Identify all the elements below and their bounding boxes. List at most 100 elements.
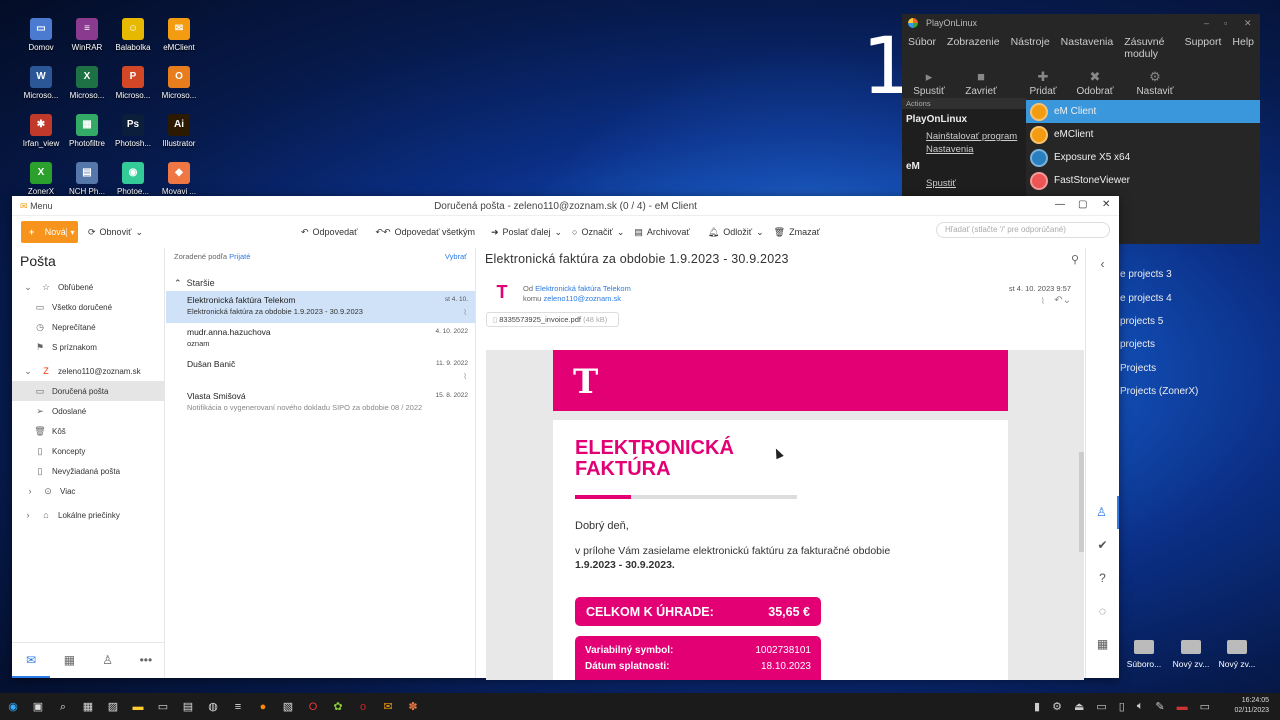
desktop-drive-icon[interactable]: Súboro... [1122,640,1166,669]
desktop-icon[interactable]: ▭ Domov [18,14,64,52]
search-icon[interactable]: ⌕ [51,698,75,716]
pol-titlebar[interactable]: PlayOnLinux – ▫ ✕ [902,14,1260,32]
upload-icon[interactable]: ⏏ [1074,700,1084,713]
more-icon[interactable]: ••• [127,643,165,678]
battery-icon[interactable]: ▮ [1034,700,1040,713]
minimize-icon[interactable]: – [1204,14,1209,32]
sidebar-item-more[interactable]: › ⊙ Viac [12,481,164,501]
desktop-icon[interactable]: P Microso... [110,62,156,100]
chat-icon[interactable]: ◌ [1086,595,1119,628]
search-input[interactable]: Hľadať (stlačte '/' pre odporúčané) [936,222,1110,238]
sidebar-item-all-inbox[interactable]: ▭ Všetko doručené [12,297,164,317]
reply-menu-icon[interactable]: ↶⌄ [1054,295,1071,306]
contact-icon[interactable]: ♙ [1086,496,1119,529]
account-group[interactable]: ⌄ Zzeleno110@zoznam.sk [12,361,164,381]
pol-menu-item[interactable]: Zásuvné moduly [1124,36,1173,60]
maximize-icon[interactable]: ▢ [1078,199,1087,210]
settings-icon[interactable]: ⚙ [1052,700,1062,713]
recipient-link[interactable]: zeleno110@zoznam.sk [543,294,621,303]
favorites-group[interactable]: ⌄ ☆ Obľúbené [12,277,164,297]
winrar-icon[interactable]: ≡ [226,698,250,716]
sidebar-item-junk[interactable]: ▯ Nevyžiadaná pošta [12,461,164,481]
monitor-icon[interactable]: ▯ [1119,700,1125,713]
restore-icon[interactable]: ▫ [1224,14,1227,32]
archive-button[interactable]: ▤ Archivovať [634,227,689,238]
scrollbar[interactable] [1079,452,1084,552]
desktop-folder-label[interactable]: Projects [1120,363,1156,374]
desktop-folder-label[interactable]: Projects (ZonerX) [1120,386,1198,397]
mail-icon[interactable]: ✉ [12,643,51,678]
group-header[interactable]: ⌃ Staršie [166,268,475,291]
delete-button[interactable]: 🗑︎ Zmazať [774,227,820,238]
close-icon[interactable]: ✕ [1244,14,1252,32]
pol-menu-item[interactable]: Nástroje [1011,36,1050,60]
calendar-icon[interactable]: ▦ [50,643,88,678]
desktop-icon[interactable]: X Microso... [64,62,110,100]
app-icon[interactable]: ✿ [326,698,350,716]
snooze-button[interactable]: 🔔︎ Odložiť ⌄ [708,227,764,238]
desktop-folder-label[interactable]: projects 5 [1120,316,1163,327]
contacts-icon[interactable]: ♙ [89,643,127,678]
sidebar-item-sent[interactable]: ➢ Odoslané [12,401,164,421]
language-flag-icon[interactable]: ▬ [1177,701,1188,713]
desktop-icon[interactable]: O Microso... [156,62,202,100]
desktop-icon[interactable]: ✱ Irfan_view [18,110,64,148]
pol-app-item[interactable]: Exposure X5 x64 [1026,146,1260,169]
sidebar-item-flagged[interactable]: ⚑ S príznakom [12,337,164,357]
desktop-icon[interactable]: ◆ Movavi ... [156,158,202,196]
pol-run-link[interactable]: Spustiť [902,177,1026,190]
desktop-icon[interactable]: ✉ eMClient [156,14,202,52]
pol-menu-item[interactable]: Nastavenia [1061,36,1114,60]
pol-app-item[interactable]: eM Client [1026,100,1260,123]
pol-menu-item[interactable]: Support [1185,36,1222,60]
start-icon[interactable]: ◉ [1,698,25,716]
sender-link[interactable]: Elektronická faktúra Telekom [535,284,631,293]
app-icon[interactable]: ▦ [76,698,100,716]
pol-menu-item[interactable]: Súbor [908,36,936,60]
forward-button[interactable]: ➜ Poslať ďalej ⌄ [491,227,562,238]
pol-menu-item[interactable]: Help [1232,36,1254,60]
emclient-icon[interactable]: ✉ [376,698,400,716]
list-item[interactable]: Vlasta Smišová Notifikácia o vygenerovaní… [166,387,475,419]
bluetooth-icon[interactable]: ✎ [1155,700,1164,713]
opera-icon[interactable]: o [351,698,375,716]
refresh-button[interactable]: ⟳ Obnoviť ⌄ [88,227,143,238]
folder-icon[interactable]: ▬ [126,698,150,716]
chevron-down-icon[interactable]: ⌄ [617,227,625,238]
desktop-icon[interactable]: Ps Photosh... [110,110,156,148]
minimize-icon[interactable]: — [1055,199,1065,210]
app-icon[interactable]: ▨ [101,698,125,716]
app-icon[interactable]: ▧ [276,698,300,716]
desktop-icon[interactable]: Ai Illustrator [156,110,202,148]
sidebar-item-inbox[interactable]: ▭ Doručená pošta [12,381,164,401]
notification-icon[interactable]: ▭ [1200,700,1210,713]
app-icon[interactable]: ▣ [26,698,50,716]
select-link[interactable]: Vybrať [445,252,467,264]
desktop-folder-label[interactable]: e projects 4 [1120,293,1172,304]
desktop-icon[interactable]: ▦ Photofiltre [64,110,110,148]
chevron-down-icon[interactable]: ⌄ [554,227,562,238]
app-icon[interactable]: ▤ [176,698,200,716]
new-button[interactable]: + Nová ▾ [21,221,78,243]
desktop-icon[interactable]: ≡ WinRAR [64,14,110,52]
pol-settings-link[interactable]: Nastavenia [902,143,1026,156]
desktop-folder-label[interactable]: e projects 3 [1120,269,1172,280]
sidebar-item-unread[interactable]: ◷ Neprečítané [12,317,164,337]
list-item[interactable]: Elektronická faktúra Telekom Elektronická… [166,291,475,323]
collapse-icon[interactable]: ‹ [1086,248,1119,281]
sidebar-item-trash[interactable]: 🗑︎ Kôš [12,421,164,441]
list-item[interactable]: Dušan Banič 11. 9. 2022 ⌇ [166,355,475,387]
local-folders-group[interactable]: › ⌂ Lokálne priečinky [12,505,164,525]
mark-button[interactable]: ○ Označiť ⌄ [572,227,624,238]
firefox-icon[interactable]: ● [251,698,275,716]
desktop-icon[interactable]: ☺ Balabolka [110,14,156,52]
terminal-icon[interactable]: ▭ [151,698,175,716]
pin-icon[interactable]: ⚲ [1071,253,1079,266]
close-icon[interactable]: ✕ [1102,199,1110,210]
app-icon[interactable]: ◍ [201,698,225,716]
pol-app-item[interactable]: FastStoneViewer [1026,169,1260,192]
desktop-folder-label[interactable]: projects [1120,339,1155,350]
pol-app-item[interactable]: eMClient [1026,123,1260,146]
sort-value[interactable]: Prijaté [229,252,250,261]
desktop-icon[interactable]: X ZonerX [18,158,64,196]
